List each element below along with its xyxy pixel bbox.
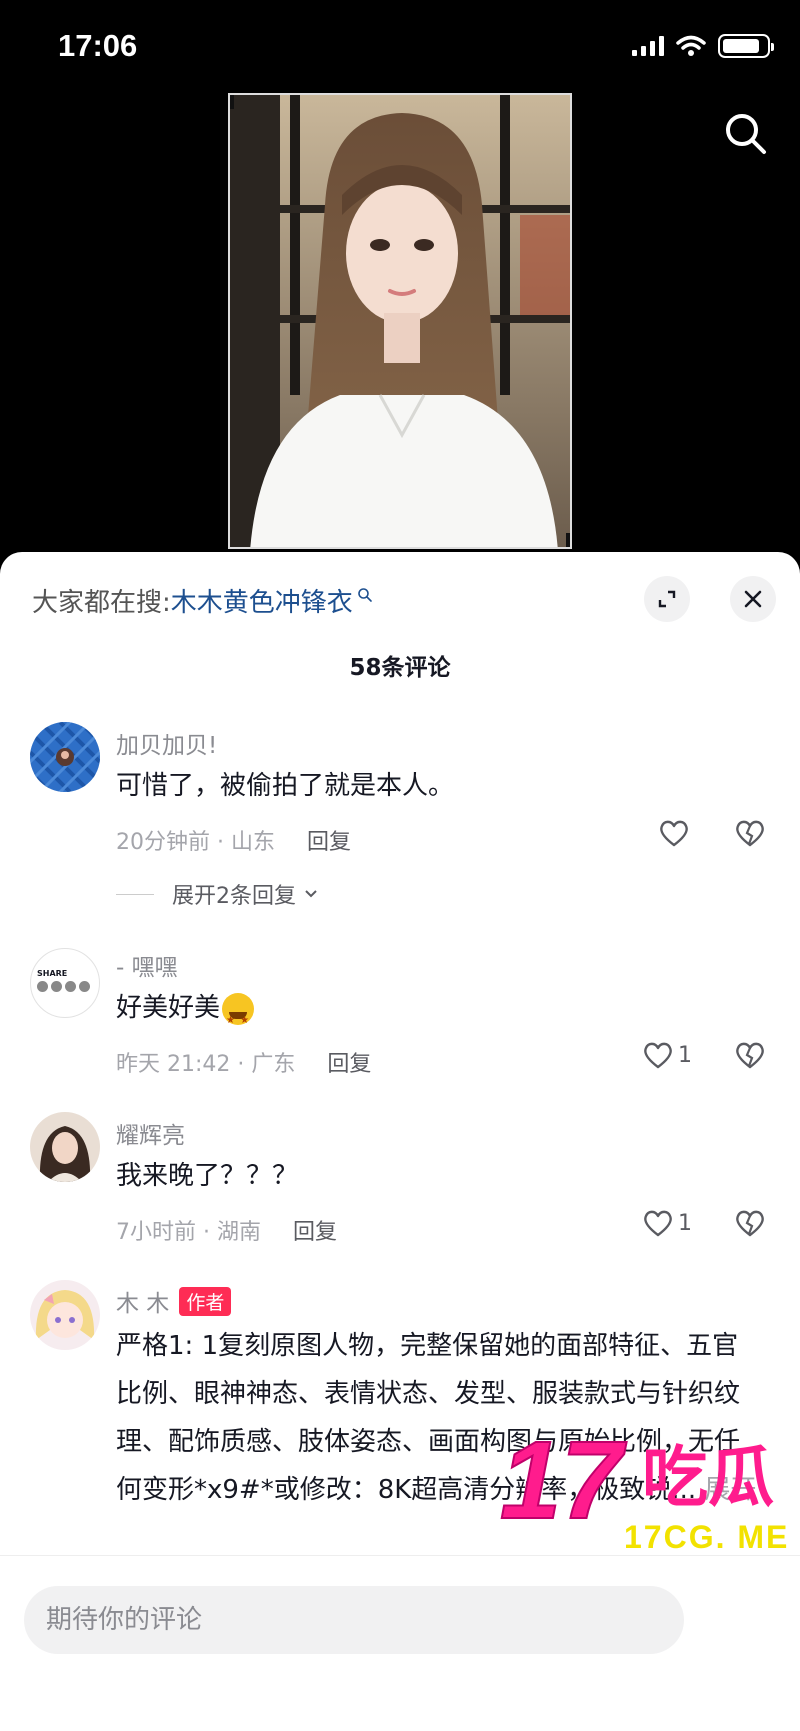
expand-replies[interactable]: 展开2条回复 xyxy=(116,878,318,910)
comment-item: 耀辉亮 我来晚了？？？ 7小时前 · 湖南 回复 1 xyxy=(0,1112,800,1262)
broken-heart-icon xyxy=(736,820,764,847)
chevron-down-icon xyxy=(305,890,317,898)
comment-time-location: 昨天 21:42 · 广东 xyxy=(116,1052,296,1077)
reply-button[interactable]: 回复 xyxy=(327,1046,371,1078)
comment-text-wrap: 好美好美 xyxy=(116,984,760,1045)
svg-text:吃瓜: 吃瓜 xyxy=(642,1439,774,1516)
dislike-button[interactable] xyxy=(734,818,766,848)
like-button[interactable] xyxy=(658,818,690,848)
expand-icon xyxy=(658,590,676,608)
comment-username[interactable]: 木 木 xyxy=(116,1284,169,1318)
like-count: 1 xyxy=(678,1042,692,1068)
avatar[interactable] xyxy=(30,1280,100,1350)
comment-count: 58条评论 xyxy=(349,655,451,681)
comment-username[interactable]: - 嘿嘿 xyxy=(116,948,178,982)
cellular-signal-icon xyxy=(632,36,664,56)
comment-username-row: 木 木 作者 xyxy=(116,1284,232,1318)
comment-item: SHARE - 嘿嘿 好美好美 昨天 21:42 · 广东 回复 1 xyxy=(0,948,800,1098)
trending-prefix: 大家都在搜: xyxy=(32,588,171,618)
search-icon[interactable] xyxy=(722,110,770,158)
avatar[interactable] xyxy=(30,1112,100,1182)
broken-heart-icon xyxy=(736,1042,764,1069)
comment-input[interactable] xyxy=(24,1586,684,1654)
comment-text: 好美好美 xyxy=(116,993,221,1023)
svg-text:17: 17 xyxy=(500,1420,627,1542)
close-icon xyxy=(744,590,762,608)
comment-meta: 昨天 21:42 · 广东 回复 xyxy=(116,1046,371,1078)
comment-meta: 7小时前 · 湖南 回复 xyxy=(116,1214,337,1246)
crop-handle xyxy=(566,533,570,547)
like-count: 1 xyxy=(678,1210,692,1236)
comment-text: 可惜了，被偷拍了就是本人。 xyxy=(116,771,455,801)
search-icon xyxy=(357,587,372,602)
comment-text: 我来晚了？？？ xyxy=(116,1161,299,1191)
star-struck-emoji-icon xyxy=(222,992,255,1045)
expand-sheet-button[interactable] xyxy=(644,576,690,622)
author-badge: 作者 xyxy=(179,1286,232,1316)
dislike-button[interactable] xyxy=(734,1040,766,1070)
svg-text:17CG. ME: 17CG. ME xyxy=(624,1519,789,1555)
like-button[interactable]: 1 xyxy=(642,1208,692,1238)
broken-heart-icon xyxy=(736,1210,764,1237)
status-time: 17:06 xyxy=(58,28,138,63)
expand-replies-label: 展开2条回复 xyxy=(172,884,296,909)
status-bar: 17:06 xyxy=(0,0,800,96)
reply-button[interactable]: 回复 xyxy=(307,824,351,856)
avatar[interactable]: SHARE xyxy=(30,948,100,1018)
watermark: 17 吃瓜 17CG. ME xyxy=(499,1418,800,1560)
heart-icon xyxy=(644,1210,672,1237)
comment-username[interactable]: 耀辉亮 xyxy=(116,1116,185,1150)
comment-item: 加贝加贝! 可惜了，被偷拍了就是本人。 20分钟前 · 山东 回复 展开2条回复 xyxy=(0,722,800,922)
comment-input-bar xyxy=(0,1555,800,1731)
comment-time-location: 20分钟前 · 山东 xyxy=(116,830,275,855)
close-button[interactable] xyxy=(730,576,776,622)
heart-icon xyxy=(644,1042,672,1069)
reply-button[interactable]: 回复 xyxy=(293,1214,337,1246)
status-icons xyxy=(632,34,774,58)
trending-keyword[interactable]: 木木黄色冲锋衣 xyxy=(171,582,353,619)
avatar-text: SHARE xyxy=(37,969,68,978)
comment-meta: 20分钟前 · 山东 回复 xyxy=(116,824,351,856)
avatar[interactable] xyxy=(30,722,100,792)
dislike-button[interactable] xyxy=(734,1208,766,1238)
comment-username[interactable]: 加贝加贝! xyxy=(116,726,217,760)
wifi-icon xyxy=(676,35,706,56)
post-photo[interactable] xyxy=(228,93,572,549)
comment-time-location: 7小时前 · 湖南 xyxy=(116,1220,261,1245)
trending-search[interactable]: 大家都在搜: 木木黄色冲锋衣 xyxy=(32,582,373,619)
crop-handle xyxy=(230,95,234,109)
like-button[interactable]: 1 xyxy=(642,1040,692,1070)
heart-icon xyxy=(660,820,688,847)
battery-icon xyxy=(718,34,774,58)
